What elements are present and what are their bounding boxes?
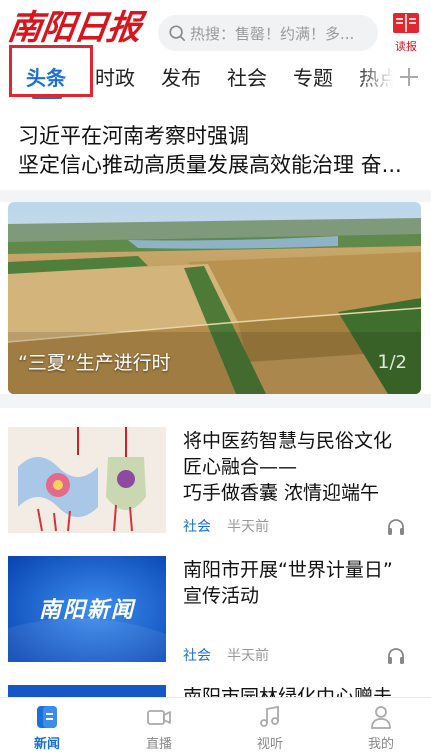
carousel-current-page: 1 [377, 351, 390, 373]
read-paper-button[interactable]: 读报 [390, 12, 422, 54]
news-icon [37, 706, 57, 728]
headline-line-1: 习近平在河南考察时强调 [18, 124, 249, 148]
search-icon [169, 25, 186, 42]
headline-line-2: 坚定信心推动高质量发展高效能治理 奋... [18, 153, 402, 177]
news-time: 半天前 [227, 648, 269, 664]
search-bar[interactable]: 热搜：售罄！约满！多... [158, 15, 378, 51]
thumbnail-logo-text: 南阳新闻 [38, 597, 135, 623]
nav-news[interactable]: 新闻 [17, 703, 77, 753]
tab-politics[interactable]: 时政 [95, 64, 135, 92]
carousel-total-pages: 2 [395, 352, 407, 373]
read-paper-label: 读报 [395, 40, 417, 53]
news-thumbnail: 南阳新闻 [8, 556, 166, 662]
nav-live[interactable]: 直播 [129, 703, 189, 753]
tab-release[interactable]: 发布 [161, 64, 201, 92]
tab-special[interactable]: 专题 [293, 64, 333, 92]
channel-tabs: 头条 时政 发布 社会 专题 热点 [0, 45, 431, 106]
add-channel-icon[interactable] [398, 66, 420, 88]
nav-media[interactable]: 视听 [240, 703, 300, 753]
section-divider [0, 190, 431, 202]
news-title-line: 匠心融合—— [183, 456, 298, 478]
news-title-line: 南阳市园林绿化中心赠击 [183, 686, 393, 697]
news-item[interactable]: 南阳新闻 南阳市开展“世界计量日” 宣传活动 社会 半天前 [0, 548, 431, 678]
app-logo[interactable]: 南阳日报 [5, 6, 153, 50]
tab-fade-overlay [356, 58, 400, 102]
news-title: 南阳市园林绿化中心赠击 [183, 684, 421, 697]
photo-carousel[interactable]: “三夏”生产进行时 1/2 [8, 202, 421, 394]
news-item[interactable]: 将中医药智慧与民俗文化 匠心融合—— 巧手做香囊 浓情迎端午 社会 半天前 [0, 420, 431, 544]
nav-profile-label: 我的 [367, 737, 394, 752]
news-category[interactable]: 社会 [183, 648, 211, 664]
news-title-line: 宣传活动 [183, 585, 260, 607]
nav-news-label: 新闻 [33, 737, 60, 752]
news-category[interactable]: 社会 [183, 519, 211, 535]
news-title-line: 南阳市开展“世界计量日” [183, 559, 393, 581]
news-meta: 社会 半天前 [183, 647, 269, 665]
news-time: 半天前 [227, 519, 269, 535]
active-tab-highlight-box [9, 45, 93, 97]
video-icon [147, 710, 171, 725]
headphones-icon[interactable] [386, 646, 406, 666]
news-title-line: 巧手做香囊 浓情迎端午 [183, 482, 380, 504]
carousel-page-indicator: 1/2 [377, 351, 407, 373]
nav-media-label: 视听 [256, 737, 283, 752]
nav-profile[interactable]: 我的 [351, 703, 411, 753]
news-meta: 社会 半天前 [183, 518, 269, 536]
sachet-image [8, 427, 166, 533]
news-thumbnail [8, 427, 166, 533]
news-thumbnail [8, 685, 166, 697]
news-title-line: 将中医药智慧与民俗文化 [183, 430, 393, 452]
nav-live-label: 直播 [145, 737, 172, 752]
tab-society[interactable]: 社会 [227, 64, 267, 92]
news-title: 南阳市开展“世界计量日” 宣传活动 [183, 557, 421, 609]
music-icon [260, 705, 279, 727]
user-icon [371, 706, 391, 729]
news-title: 将中医药智慧与民俗文化 匠心融合—— 巧手做香囊 浓情迎端午 [183, 428, 421, 506]
top-headline[interactable]: 习近平在河南考察时强调 坚定信心推动高质量发展高效能治理 奋... [18, 122, 418, 180]
search-placeholder: 热搜：售罄！约满！多... [190, 24, 355, 43]
section-divider [0, 394, 431, 408]
headphones-icon[interactable] [386, 517, 406, 537]
news-item[interactable]: 南阳市园林绿化中心赠击 [0, 676, 431, 697]
newspaper-icon [393, 13, 419, 33]
carousel-caption: “三夏”生产进行时 [18, 352, 171, 374]
bottom-navigation: 新闻 直播 视听 我的 [0, 697, 431, 754]
